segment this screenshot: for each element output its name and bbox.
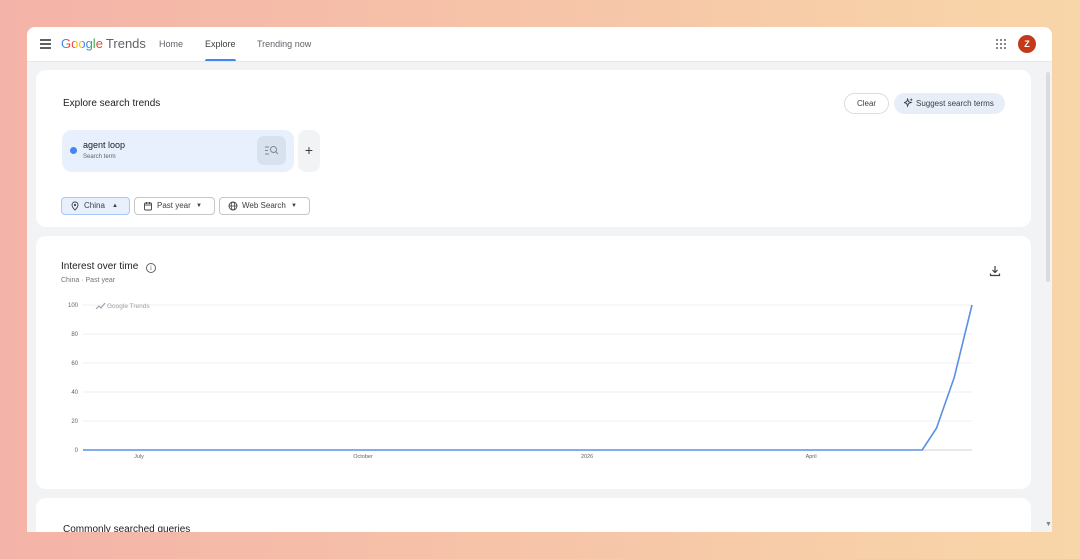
chart-grid [83,304,972,451]
nav-explore[interactable]: Explore [205,27,236,62]
menu-icon[interactable] [40,39,51,49]
globe-icon [228,201,238,211]
x-tick-label: 2026 [581,454,593,460]
sparkle-icon [904,98,913,108]
x-tick-label: October [353,454,373,460]
x-tick-label: April [806,454,817,460]
list-search-icon [265,146,279,155]
x-axis-ticks: July October 2026 April [134,454,816,460]
common-queries-title: Commonly searched queries [63,524,191,532]
time-range-filter[interactable]: Past year ▼ [134,197,215,215]
term-type: Search term [83,154,116,160]
y-tick-label: 20 [71,419,78,425]
trend-watermark-icon [95,302,106,310]
nav-active-indicator [205,59,236,61]
y-tick-label: 40 [71,390,78,396]
y-tick-label: 100 [68,303,79,309]
caret-up-icon: ▲ [112,203,118,209]
caret-down-icon: ▼ [291,203,297,209]
search-type-filter[interactable]: Web Search ▼ [219,197,310,215]
search-type-filter-label: Web Search [242,201,286,210]
caret-down-icon: ▼ [196,203,202,209]
suggest-search-terms-button[interactable]: Suggest search terms [894,93,1005,114]
region-filter[interactable]: China ▲ [61,197,130,215]
calendar-icon [144,202,152,211]
explore-title: Explore search trends [63,98,161,109]
x-tick-label: July [134,454,144,460]
clear-button[interactable]: Clear [844,93,889,114]
common-queries-card: Commonly searched queries [36,498,1031,532]
term-name: agent loop [83,140,126,150]
y-tick-label: 80 [71,332,78,338]
top-app-bar: Google Trends Home Explore Trending now Z [27,27,1052,62]
series-line-agent-loop [83,304,973,451]
interest-line-chart: Google Trends 0 20 40 60 80 100 July October 20… [68,302,973,460]
google-trends-logo[interactable]: Google Trends [61,36,146,51]
add-term-button[interactable]: + [298,130,320,172]
time-range-filter-label: Past year [157,201,191,210]
term-search-options-button[interactable] [257,136,286,165]
apps-grid-icon[interactable] [996,39,1006,49]
logo-trends: Trends [105,36,146,51]
watermark-text: Google Trends [107,303,150,310]
browser-window: Google Trends Home Explore Trending now Z… [27,27,1052,532]
search-term-chip[interactable]: agent loop Search term [62,130,294,172]
interest-over-time-card: Interest over time i China · Past year G… [36,236,1031,489]
explore-card: Explore search trends Clear Suggest sear… [36,70,1031,227]
y-tick-label: 0 [75,448,79,454]
y-axis-ticks: 0 20 40 60 80 100 [68,303,79,454]
google-trends-watermark: Google Trends [95,302,150,310]
account-avatar[interactable]: Z [1018,35,1036,53]
y-tick-label: 60 [71,361,78,367]
suggest-label: Suggest search terms [916,99,994,108]
scroll-down-arrow-icon[interactable]: ▼ [1045,521,1052,528]
region-filter-label: China [84,201,105,210]
nav-home[interactable]: Home [159,27,183,62]
nav-trending-now[interactable]: Trending now [257,27,311,62]
term-color-dot [70,147,77,154]
scrollbar-thumb[interactable] [1046,72,1050,282]
logo-google: Google [61,36,103,51]
chart-series [83,304,973,451]
location-pin-icon [71,201,79,211]
